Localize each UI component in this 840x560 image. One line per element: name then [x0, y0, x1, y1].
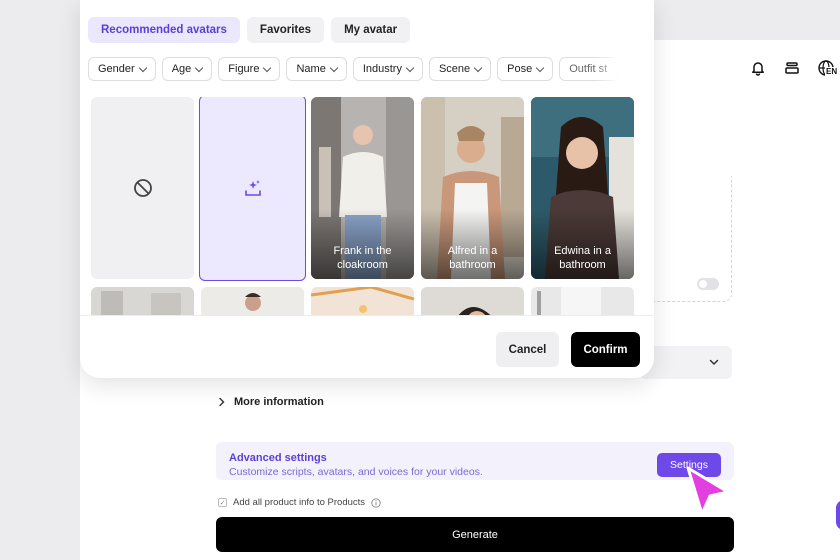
- avatar-card-frank[interactable]: Frank in the cloakroom: [311, 97, 414, 279]
- add-product-info-label: Add all product info to Products: [233, 497, 366, 508]
- more-information-label: More information: [234, 396, 324, 408]
- avatar-card-alfred[interactable]: Alfred in a bathroom: [421, 97, 524, 279]
- avatar-photo: [311, 287, 414, 315]
- avatar-card-row2-3[interactable]: [311, 287, 414, 315]
- advanced-settings-title: Advanced settings: [229, 452, 327, 464]
- chevron-down-icon: [473, 63, 483, 72]
- avatar-card-row2-1[interactable]: [91, 287, 194, 315]
- option-toggle[interactable]: [697, 278, 719, 290]
- chevron-down-icon: [138, 63, 147, 72]
- filter-scene[interactable]: Scene: [428, 57, 492, 81]
- chevron-down-icon: [195, 63, 204, 72]
- avatar-card-edwina[interactable]: Edwina in a bathroom: [531, 97, 634, 279]
- tab-recommended-avatars[interactable]: Recommended avatars: [88, 17, 240, 43]
- filter-figure[interactable]: Figure: [218, 57, 281, 81]
- sparkle-avatar-icon: [244, 180, 261, 196]
- chevron-down-icon: [709, 359, 719, 365]
- avatar-caption: Alfred in a bathroom: [447, 245, 498, 271]
- chevron-right-icon: [219, 397, 225, 407]
- globe-language-icon[interactable]: EN: [816, 58, 839, 78]
- help-widget[interactable]: [836, 500, 840, 530]
- avatar-grid: Frank in the cloakroom Alfred in a bathr…: [91, 97, 651, 315]
- advanced-settings-subtitle: Customize scripts, avatars, and voices f…: [229, 466, 483, 478]
- avatar-caption: Edwina in a bathroom: [554, 245, 611, 271]
- tab-favorites[interactable]: Favorites: [246, 17, 325, 43]
- generate-button[interactable]: Generate: [216, 517, 734, 552]
- avatar-photo: [421, 287, 524, 315]
- confirm-button[interactable]: Confirm: [571, 332, 640, 367]
- filter-industry[interactable]: Industry: [352, 57, 423, 81]
- filter-age[interactable]: Age: [161, 57, 213, 81]
- advanced-settings-panel: Advanced settings Customize scripts, ava…: [216, 442, 734, 480]
- language-badge: EN: [825, 67, 839, 76]
- avatar-card-row2-5[interactable]: [531, 287, 634, 315]
- more-information-toggle[interactable]: More information: [218, 396, 324, 408]
- filter-bar: Gender Age Figure Name Industry Scene Po…: [88, 57, 644, 81]
- chevron-down-icon: [329, 63, 339, 72]
- avatar-custom-option[interactable]: [199, 97, 306, 281]
- avatar-card-row2-2[interactable]: [201, 287, 304, 315]
- bell-icon[interactable]: [748, 58, 768, 78]
- no-avatar-icon: [133, 179, 152, 197]
- avatar-card-row2-4[interactable]: [421, 287, 524, 315]
- info-icon[interactable]: [371, 497, 381, 508]
- chevron-down-icon: [535, 63, 545, 72]
- add-product-info-checkbox[interactable]: ✓: [218, 498, 227, 507]
- avatar-photo: [531, 287, 634, 315]
- filter-pose[interactable]: Pose: [497, 57, 554, 81]
- avatar-caption: Frank in the cloakroom: [333, 245, 392, 271]
- avatar-tabs: Recommended avatars Favorites My avatar: [88, 17, 411, 43]
- top-toolbar: EN: [748, 58, 839, 78]
- stack-icon[interactable]: [782, 58, 802, 78]
- filter-gender[interactable]: Gender: [88, 57, 156, 81]
- avatar-picker-modal: Recommended avatars Favorites My avatar …: [80, 0, 654, 378]
- modal-divider: [80, 315, 654, 316]
- chevron-down-icon: [405, 63, 415, 72]
- tab-my-avatar[interactable]: My avatar: [331, 17, 411, 43]
- filter-name[interactable]: Name: [286, 57, 347, 81]
- avatar-photo: [201, 287, 304, 315]
- cancel-button[interactable]: Cancel: [496, 332, 559, 367]
- filter-outfit-style[interactable]: Outfit st: [559, 57, 620, 81]
- avatar-photo: [91, 287, 194, 315]
- avatar-none-option[interactable]: [91, 97, 194, 279]
- chevron-down-icon: [263, 63, 272, 72]
- mouse-cursor-icon: [686, 466, 730, 516]
- add-product-info-row[interactable]: ✓ Add all product info to Products: [218, 497, 381, 508]
